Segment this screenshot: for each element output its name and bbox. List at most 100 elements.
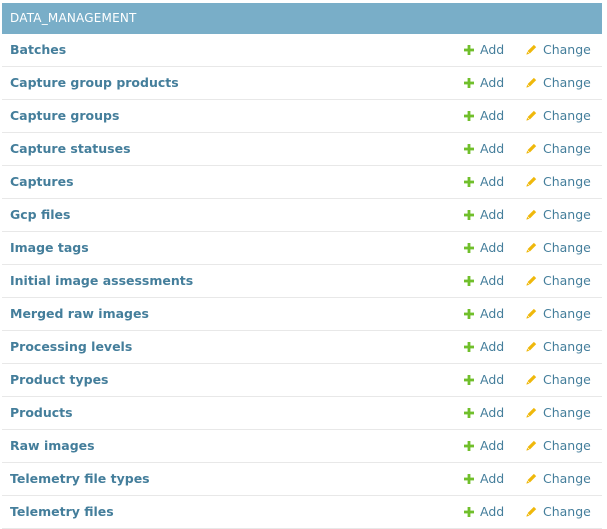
change-label: Change <box>543 108 591 123</box>
add-label: Add <box>480 141 505 156</box>
model-link[interactable]: Capture group products <box>10 67 179 99</box>
change-link[interactable]: Change <box>526 34 591 66</box>
model-row: Captures Add Change <box>2 166 602 199</box>
model-link[interactable]: Image tags <box>10 232 89 264</box>
add-label: Add <box>480 405 505 420</box>
model-row: Capture statuses Add Change <box>2 133 602 166</box>
model-link[interactable]: Telemetry file types <box>10 463 150 495</box>
add-link[interactable]: Add <box>464 298 504 330</box>
model-row: Raw images Add Change <box>2 430 602 463</box>
change-link[interactable]: Change <box>526 331 591 363</box>
add-link[interactable]: Add <box>464 232 504 264</box>
pencil-icon <box>526 176 537 187</box>
model-row: Merged raw images Add Change <box>2 298 602 331</box>
plus-icon <box>464 440 474 451</box>
model-link[interactable]: Captures <box>10 166 74 198</box>
change-link[interactable]: Change <box>526 298 591 330</box>
data-management-module: DATA_MANAGEMENT Batches Add Change Captu… <box>2 3 602 529</box>
change-label: Change <box>543 504 591 519</box>
change-link[interactable]: Change <box>526 364 591 396</box>
model-row: Capture group products Add Change <box>2 67 602 100</box>
pencil-icon <box>526 77 537 88</box>
add-link[interactable]: Add <box>464 430 504 462</box>
plus-icon <box>464 209 474 220</box>
change-link[interactable]: Change <box>526 430 591 462</box>
pencil-icon <box>526 407 537 418</box>
change-link[interactable]: Change <box>526 397 591 429</box>
change-link[interactable]: Change <box>526 166 591 198</box>
model-link[interactable]: Capture statuses <box>10 133 131 165</box>
model-link[interactable]: Gcp files <box>10 199 70 231</box>
pencil-icon <box>526 143 537 154</box>
add-label: Add <box>480 42 505 57</box>
add-label: Add <box>480 306 505 321</box>
add-link[interactable]: Add <box>464 265 504 297</box>
plus-icon <box>464 341 474 352</box>
add-link[interactable]: Add <box>464 496 504 528</box>
add-link[interactable]: Add <box>464 199 504 231</box>
module-caption[interactable]: DATA_MANAGEMENT <box>2 3 602 34</box>
change-link[interactable]: Change <box>526 463 591 495</box>
pencil-icon <box>526 440 537 451</box>
pencil-icon <box>526 44 537 55</box>
add-label: Add <box>480 75 505 90</box>
change-label: Change <box>543 405 591 420</box>
plus-icon <box>464 308 474 319</box>
change-label: Change <box>543 42 591 57</box>
change-link[interactable]: Change <box>526 199 591 231</box>
add-link[interactable]: Add <box>464 166 504 198</box>
add-link[interactable]: Add <box>464 331 504 363</box>
change-link[interactable]: Change <box>526 265 591 297</box>
model-row: Product types Add Change <box>2 364 602 397</box>
change-link[interactable]: Change <box>526 232 591 264</box>
change-label: Change <box>543 273 591 288</box>
model-row: Gcp files Add Change <box>2 199 602 232</box>
change-link[interactable]: Change <box>526 496 591 528</box>
model-link[interactable]: Capture groups <box>10 100 119 132</box>
model-link[interactable]: Batches <box>10 34 66 66</box>
plus-icon <box>464 473 474 484</box>
add-label: Add <box>480 504 505 519</box>
add-link[interactable]: Add <box>464 67 504 99</box>
model-row: Processing levels Add Change <box>2 331 602 364</box>
model-row: Image tags Add Change <box>2 232 602 265</box>
model-link[interactable]: Initial image assessments <box>10 265 193 297</box>
plus-icon <box>464 407 474 418</box>
change-label: Change <box>543 306 591 321</box>
change-label: Change <box>543 339 591 354</box>
model-row: Telemetry files Add Change <box>2 496 602 529</box>
model-link[interactable]: Merged raw images <box>10 298 149 330</box>
model-link[interactable]: Product types <box>10 364 109 396</box>
plus-icon <box>464 44 474 55</box>
change-label: Change <box>543 75 591 90</box>
change-label: Change <box>543 174 591 189</box>
change-label: Change <box>543 207 591 222</box>
pencil-icon <box>526 374 537 385</box>
add-link[interactable]: Add <box>464 364 504 396</box>
add-label: Add <box>480 372 505 387</box>
model-row: Batches Add Change <box>2 34 602 67</box>
add-label: Add <box>480 273 505 288</box>
model-link[interactable]: Products <box>10 397 73 429</box>
pencil-icon <box>526 110 537 121</box>
add-link[interactable]: Add <box>464 133 504 165</box>
change-label: Change <box>543 141 591 156</box>
model-link[interactable]: Telemetry files <box>10 496 114 528</box>
add-label: Add <box>480 438 505 453</box>
add-label: Add <box>480 174 505 189</box>
model-link[interactable]: Raw images <box>10 430 95 462</box>
model-link[interactable]: Processing levels <box>10 331 132 363</box>
model-list: Batches Add Change Capture group product… <box>2 34 602 529</box>
change-link[interactable]: Change <box>526 67 591 99</box>
add-link[interactable]: Add <box>464 463 504 495</box>
model-row: Capture groups Add Change <box>2 100 602 133</box>
plus-icon <box>464 143 474 154</box>
change-link[interactable]: Change <box>526 100 591 132</box>
add-link[interactable]: Add <box>464 34 504 66</box>
add-link[interactable]: Add <box>464 397 504 429</box>
model-row: Telemetry file types Add Change <box>2 463 602 496</box>
change-link[interactable]: Change <box>526 133 591 165</box>
add-link[interactable]: Add <box>464 100 504 132</box>
pencil-icon <box>526 473 537 484</box>
add-label: Add <box>480 339 505 354</box>
